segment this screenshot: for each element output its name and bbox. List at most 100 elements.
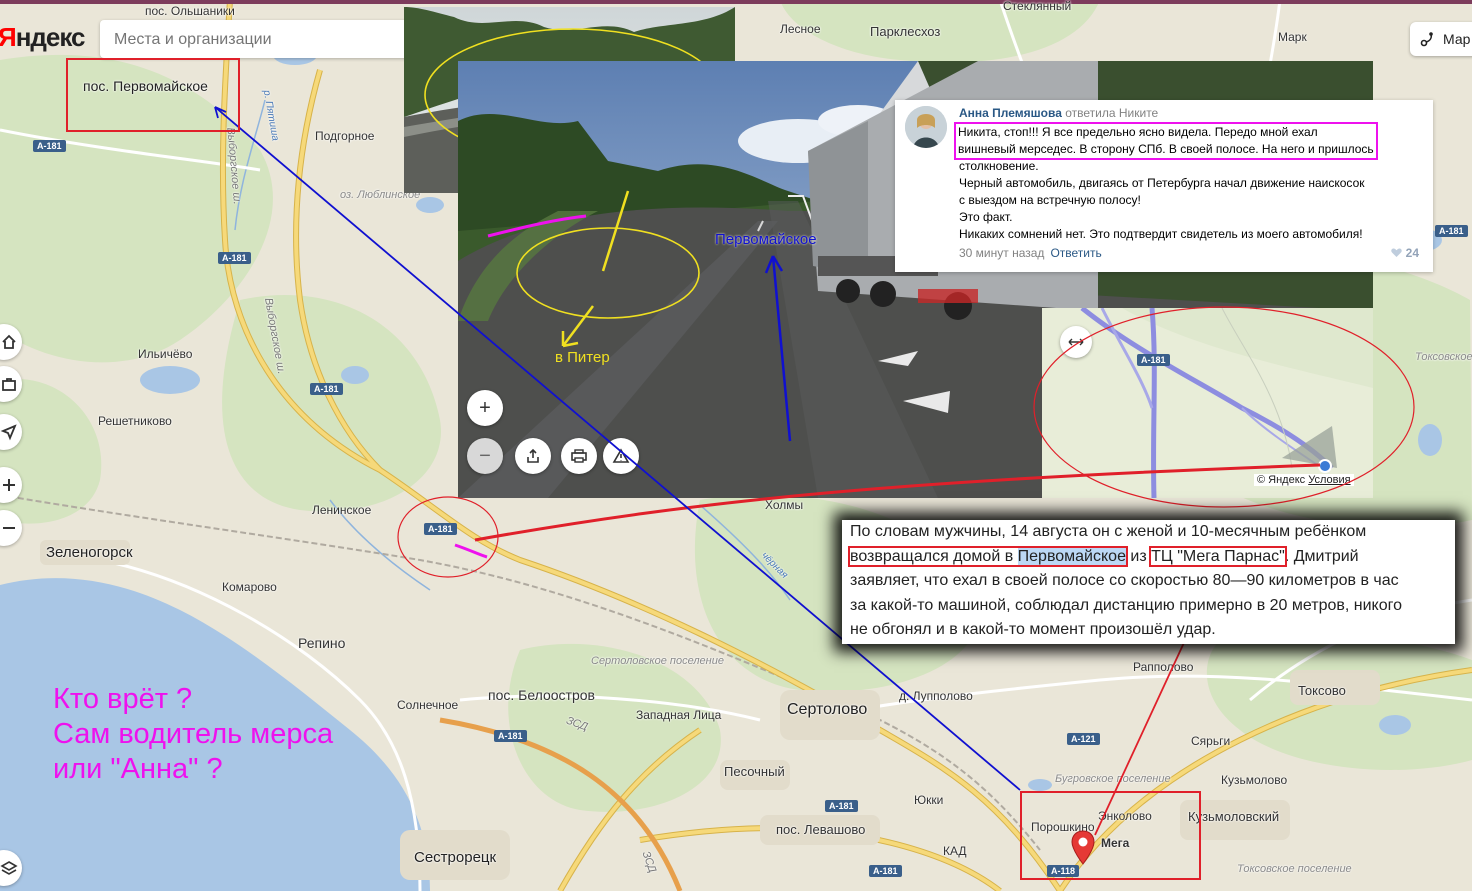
quote-line: По словам мужчины, 14 августа он с женой… <box>850 523 1367 540</box>
logo-text: ндекс <box>15 22 86 52</box>
home-icon <box>2 334 16 349</box>
search-box[interactable] <box>100 20 410 58</box>
quote-line: не обгонял и в какой-то момент произошёл… <box>850 621 1216 638</box>
map-label: Комарово <box>222 580 277 594</box>
comment-line: Это факт. <box>959 210 1013 224</box>
map-label: д. Лупполово <box>899 689 973 703</box>
map-label: Зеленогорск <box>46 544 133 561</box>
question-line: Сам водитель мерса <box>53 718 334 750</box>
warning-icon <box>612 448 630 463</box>
map-label: Сярьги <box>1191 734 1231 748</box>
expand-icon <box>1068 338 1084 346</box>
avatar <box>905 106 947 148</box>
vk-comment: Анна Племяшова ответила Никите Никита, с… <box>895 100 1433 272</box>
route-shield: А-181 <box>494 730 527 742</box>
question-line: или "Анна" ? <box>53 753 223 785</box>
news-quote: По словам мужчины, 14 августа он с женой… <box>842 520 1455 644</box>
sv-zoom-out-icon: − <box>479 444 491 467</box>
comment-line: Никита, стоп!!! Я все предельно ясно вид… <box>958 125 1318 139</box>
route-shield: А-181 <box>424 523 457 535</box>
comment-meta: 30 минут назад Ответить <box>959 246 1102 260</box>
comment-line: Черный автомобиль, двигаясь от Петербург… <box>959 176 1365 190</box>
sv-zoom-in-icon: + <box>479 396 491 419</box>
map-label: Песочный <box>724 764 785 779</box>
route-shield: А-181 <box>1435 225 1468 237</box>
route-shield: А-181 <box>33 140 66 152</box>
question-line: Кто врёт ? <box>53 683 193 715</box>
map-pin-icon[interactable] <box>1070 830 1096 866</box>
share-button[interactable] <box>515 438 551 474</box>
route-shield: А-181 <box>218 252 251 264</box>
comment-line: столкновение. <box>959 159 1039 173</box>
comment-line: Никаких сомнений нет. Это подтвердит сви… <box>959 227 1363 241</box>
navigate-icon <box>0 424 17 441</box>
comment-author[interactable]: Анна Племяшова <box>959 106 1062 120</box>
route-shield: А-181 <box>869 865 902 877</box>
callout-label-pervomayskoe: пос. Первомайское <box>83 78 208 94</box>
map-label: пос. Белоостров <box>488 687 595 703</box>
layers-icon <box>0 861 18 875</box>
maps-button-label: Мар <box>1443 31 1471 47</box>
route-shield: А-181 <box>310 383 343 395</box>
map-label: Западная Лица <box>636 708 722 722</box>
map-label: Лесное <box>780 22 821 36</box>
quote-line: за какой-то машиной, соблюдал дистанцию … <box>850 596 1403 614</box>
map-label: Марк <box>1278 30 1307 44</box>
maps-layer-button[interactable]: Мар <box>1410 22 1472 56</box>
map-label: Рапполово <box>1133 660 1194 674</box>
map-label: Репино <box>298 635 346 651</box>
map-label: Решетниково <box>98 414 172 428</box>
callout-box-mega <box>1020 791 1201 880</box>
map-label: Стеклянный <box>1003 0 1072 13</box>
route-icon <box>1420 32 1433 47</box>
map-label: Бугровское поселение <box>1055 773 1171 785</box>
comment-body: Никита, стоп!!! Я все предельно ясно вид… <box>954 122 1419 243</box>
copyright-text: © Яндекс <box>1257 474 1306 486</box>
map-label: Солнечное <box>397 698 459 712</box>
print-button[interactable] <box>561 438 597 474</box>
zoom-in-icon <box>3 479 15 491</box>
map-label: Кузьмолово <box>1221 773 1288 787</box>
question-annotation: Кто врёт ? Сам водитель мерса или "Анна"… <box>53 682 333 787</box>
comment-line: вишневый мерседес. В сторону СПб. В свое… <box>958 142 1374 156</box>
comment-author-line: Анна Племяшова ответила Никите <box>959 106 1158 120</box>
map-label: Сертоловское поселение <box>591 655 724 667</box>
map-copyright: © Яндекс Условия <box>1254 474 1354 486</box>
map-label: Токсово <box>1298 683 1346 698</box>
sv-zoom-in-button[interactable]: + <box>467 390 503 426</box>
yandex-logo[interactable]: Яндекс <box>0 22 85 53</box>
comment-reply-to: ответила Никите <box>1065 106 1159 120</box>
like-count: 24 <box>1405 246 1419 260</box>
map-label: Сертолово <box>787 701 868 718</box>
sv-zoom-out-button[interactable]: − <box>467 438 503 474</box>
briefcase-icon <box>2 378 16 391</box>
search-input[interactable] <box>112 30 396 50</box>
map-label: пос. Ольшаники <box>145 4 235 18</box>
quote-box-mega: ТЦ "Мега Парнас" <box>1149 545 1287 567</box>
route-shield: А-181 <box>1137 354 1170 366</box>
map-label: Кузьмоловский <box>1188 809 1280 824</box>
street-view-minimap[interactable]: А-181 © Яндекс Условия <box>1042 308 1373 498</box>
like-counter[interactable]: 24 <box>1391 246 1419 260</box>
terms-link[interactable]: Условия <box>1308 474 1350 486</box>
quote-box-pervomayskoe: возвращался домой в Первомайское <box>848 545 1128 567</box>
quote-highlight: Первомайское <box>1017 547 1126 565</box>
map-label: Холмы <box>765 498 804 512</box>
map-label: Юкки <box>914 793 944 807</box>
route-shield: А-121 <box>1067 733 1100 745</box>
expand-minimap-button[interactable] <box>1060 326 1092 358</box>
map-label: Ильичёво <box>138 347 193 361</box>
map-label: пос. Левашово <box>776 822 866 837</box>
map-label: Токсовское поселение <box>1237 863 1352 875</box>
map-label: Токсовское <box>1415 351 1472 363</box>
quote-fragment: . Дмитрий <box>1284 547 1359 565</box>
quote-line: заявляет, что ехал в своей полосе со ско… <box>850 572 1399 589</box>
zoom-out-icon <box>3 527 15 529</box>
quote-line: возвращался домой в Первомайское из ТЦ "… <box>848 545 1447 570</box>
report-button[interactable] <box>603 438 639 474</box>
reply-link[interactable]: Ответить <box>1050 246 1101 260</box>
heart-icon <box>1391 248 1403 257</box>
map-label: Ленинское <box>312 503 372 517</box>
route-shield: А-181 <box>825 800 858 812</box>
comment-time: 30 минут назад <box>959 246 1045 260</box>
